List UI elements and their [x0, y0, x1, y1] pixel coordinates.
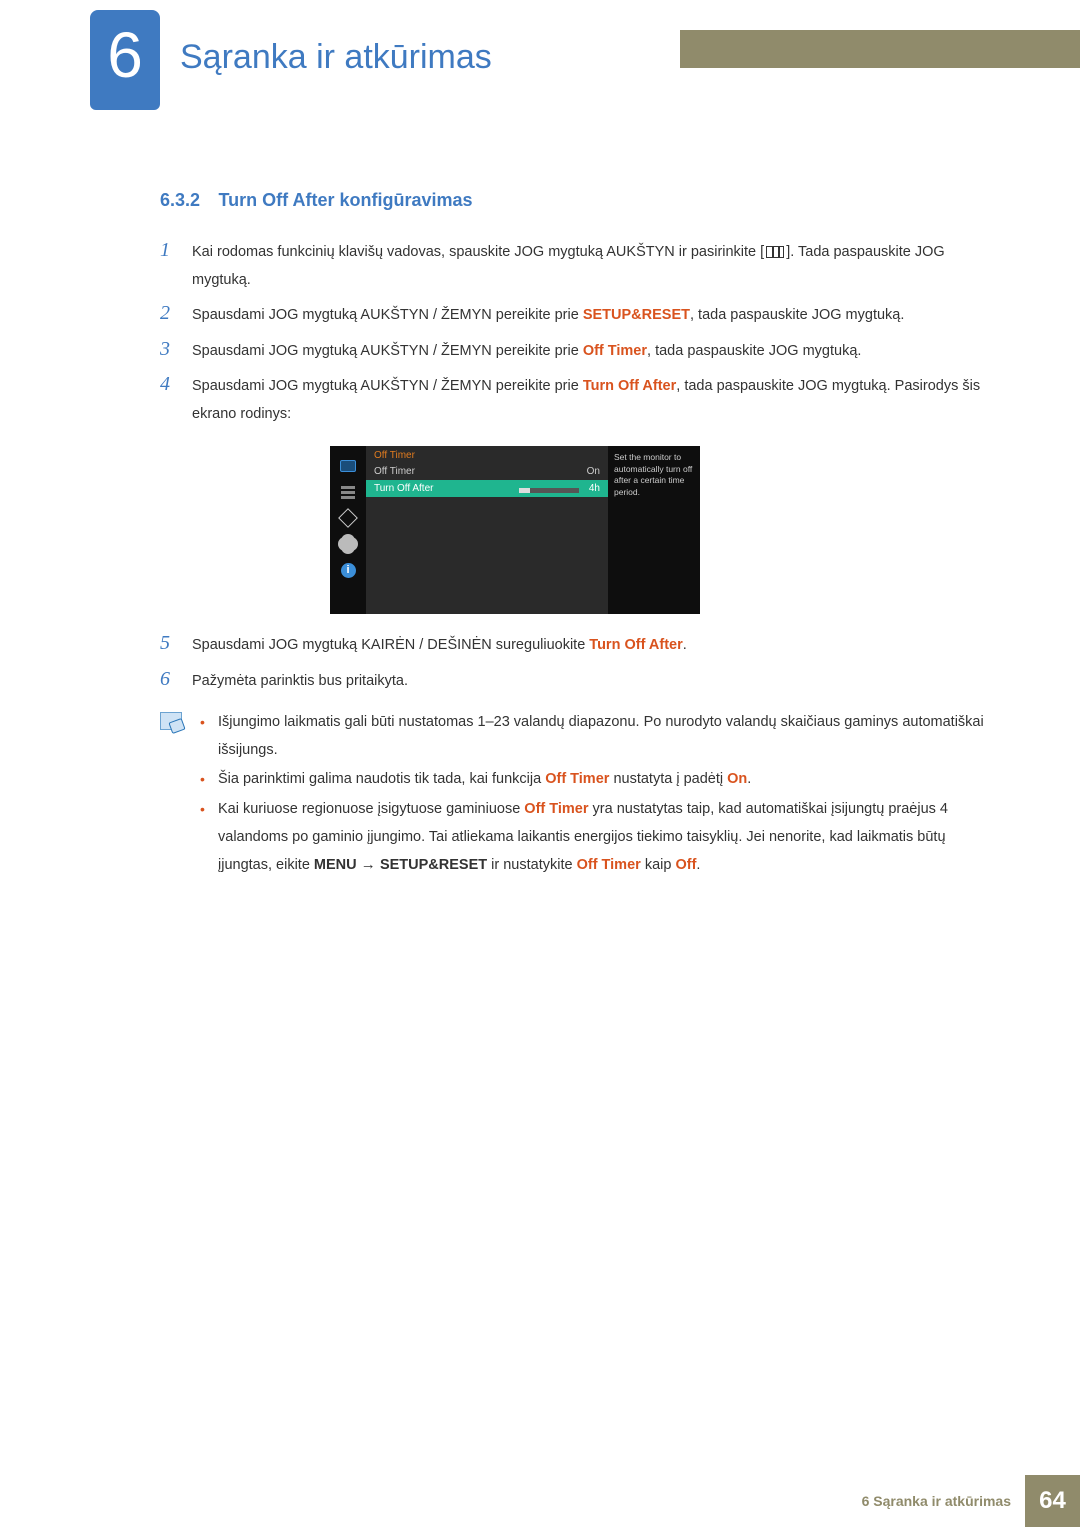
osd-value: 4h — [589, 483, 600, 494]
arrow-icon: → — [357, 856, 380, 873]
emphasis: On — [727, 771, 747, 787]
osd-row: Off Timer On — [366, 463, 608, 480]
osd-label: Off Timer — [374, 466, 415, 477]
section-title: Turn Off After konfigūravimas — [219, 190, 473, 210]
steps-list-cont: 5 Spausdami JOG mygtuką KAIRĖN / DEŠINĖN… — [160, 632, 985, 695]
osd-screenshot: i Off Timer Off Timer On Turn Off After … — [330, 446, 985, 614]
text: Šia parinktimi galima naudotis tik tada,… — [218, 771, 545, 787]
step-number: 5 — [160, 632, 178, 660]
note-block: Išjungimo laikmatis gali būti nustatomas… — [160, 709, 985, 881]
text: nustatyta į padėtį — [609, 771, 727, 787]
steps-list: 1 Kai rodomas funkcinių klavišų vadovas,… — [160, 239, 985, 428]
section-heading: 6.3.2 Turn Off After konfigūravimas — [160, 190, 985, 211]
osd-help-text: Set the monitor to automatically turn of… — [608, 446, 700, 614]
text: . — [696, 857, 700, 873]
text: Kai rodomas funkcinių klavišų vadovas, s… — [192, 244, 764, 260]
text: , tada paspauskite JOG mygtuką. — [647, 343, 861, 359]
text: kaip — [641, 857, 676, 873]
step-number: 6 — [160, 668, 178, 696]
note-item: Kai kuriuose regionuose įsigytuose gamin… — [200, 796, 985, 880]
emphasis: SETUP&RESET — [583, 307, 690, 323]
step-text: Spausdami JOG mygtuką KAIRĖN / DEŠINĖN s… — [192, 632, 687, 660]
page-header: 6 Sąranka ir atkūrimas — [0, 0, 1080, 130]
osd-value: On — [587, 466, 600, 477]
text: Spausdami JOG mygtuką KAIRĖN / DEŠINĖN s… — [192, 637, 589, 653]
section-number: 6.3.2 — [160, 190, 200, 210]
step-text: Spausdami JOG mygtuką AUKŠTYN / ŽEMYN pe… — [192, 338, 861, 366]
emphasis: Off Timer — [577, 857, 641, 873]
text: Spausdami JOG mygtuką AUKŠTYN / ŽEMYN pe… — [192, 307, 583, 323]
osd-title: Off Timer — [366, 446, 608, 463]
step-2: 2 Spausdami JOG mygtuką AUKŠTYN / ŽEMYN … — [160, 302, 985, 330]
emphasis: Turn Off After — [583, 378, 676, 394]
emphasis: Off Timer — [545, 771, 609, 787]
list-icon — [339, 484, 357, 500]
step-text: Spausdami JOG mygtuką AUKŠTYN / ŽEMYN pe… — [192, 302, 904, 330]
step-number: 3 — [160, 338, 178, 366]
footer-page-number: 64 — [1025, 1475, 1080, 1527]
step-text: Kai rodomas funkcinių klavišų vadovas, s… — [192, 239, 985, 294]
footer-text: 6 Sąranka ir atkūrimas — [862, 1493, 1011, 1509]
text: Išjungimo laikmatis gali būti nustatomas… — [218, 714, 984, 758]
step-number: 2 — [160, 302, 178, 330]
step-text: Pažymėta parinktis bus pritaikyta. — [192, 668, 408, 696]
emphasis: Off — [675, 857, 696, 873]
osd-panel: i Off Timer Off Timer On Turn Off After … — [330, 446, 700, 614]
menu-icon — [766, 246, 784, 258]
osd-label: Turn Off After — [374, 483, 433, 494]
text: Pažymėta parinktis bus pritaikyta. — [192, 673, 408, 689]
text: , tada paspauskite JOG mygtuką. — [690, 307, 904, 323]
note-list: Išjungimo laikmatis gali būti nustatomas… — [200, 709, 985, 881]
emphasis: MENU — [314, 857, 357, 873]
step-5: 5 Spausdami JOG mygtuką KAIRĖN / DEŠINĖN… — [160, 632, 985, 660]
step-4: 4 Spausdami JOG mygtuką AUKŠTYN / ŽEMYN … — [160, 373, 985, 428]
step-text: Spausdami JOG mygtuką AUKŠTYN / ŽEMYN pe… — [192, 373, 985, 428]
text: . — [683, 637, 687, 653]
emphasis: Off Timer — [524, 801, 588, 817]
step-6: 6 Pažymėta parinktis bus pritaikyta. — [160, 668, 985, 696]
info-icon: i — [339, 562, 357, 578]
chapter-title: Sąranka ir atkūrimas — [180, 38, 512, 77]
note-icon — [160, 712, 182, 730]
osd-row-selected: Turn Off After 4h — [366, 480, 608, 497]
osd-main: Off Timer Off Timer On Turn Off After 4h — [366, 446, 608, 614]
step-number: 4 — [160, 373, 178, 428]
emphasis: Off Timer — [583, 343, 647, 359]
note-item: Išjungimo laikmatis gali būti nustatomas… — [200, 709, 985, 764]
step-1: 1 Kai rodomas funkcinių klavišų vadovas,… — [160, 239, 985, 294]
text: . — [747, 771, 751, 787]
emphasis: Turn Off After — [589, 637, 682, 653]
page-footer: 6 Sąranka ir atkūrimas 64 — [862, 1475, 1080, 1527]
step-3: 3 Spausdami JOG mygtuką AUKŠTYN / ŽEMYN … — [160, 338, 985, 366]
text: ir nustatykite — [487, 857, 576, 873]
text: Spausdami JOG mygtuką AUKŠTYN / ŽEMYN pe… — [192, 378, 583, 394]
osd-slider — [519, 488, 579, 493]
resize-icon — [339, 510, 357, 526]
step-number: 1 — [160, 239, 178, 294]
text: Spausdami JOG mygtuką AUKŠTYN / ŽEMYN pe… — [192, 343, 583, 359]
osd-sidebar: i — [330, 446, 366, 614]
emphasis: SETUP&RESET — [380, 857, 487, 873]
note-item: Šia parinktimi galima naudotis tik tada,… — [200, 766, 985, 794]
page-content: 6.3.2 Turn Off After konfigūravimas 1 Ka… — [0, 130, 1080, 882]
gear-icon — [339, 536, 357, 552]
monitor-icon — [339, 458, 357, 474]
chapter-number-tab: 6 — [90, 10, 160, 100]
text: Kai kuriuose regionuose įsigytuose gamin… — [218, 801, 524, 817]
